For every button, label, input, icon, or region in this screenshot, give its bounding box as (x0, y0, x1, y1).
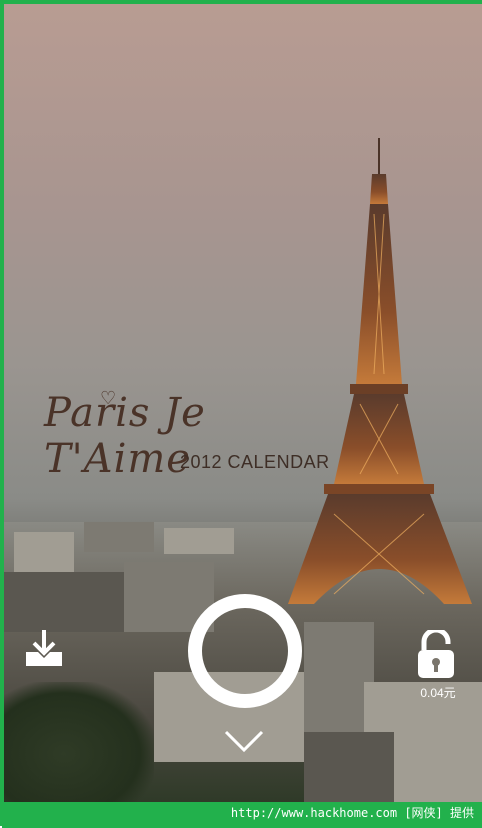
price-label: 0.04元 (420, 686, 456, 700)
unlocked-padlock-icon (418, 627, 454, 678)
wallpaper-subtitle: 2012 CALENDAR (180, 452, 330, 472)
screenshot-frame: ♡ Paris Je T'Aime 2012 CALENDAR 0.04元 ht… (0, 0, 482, 828)
eiffel-tower-image (288, 138, 472, 604)
lockscreen: ♡ Paris Je T'Aime 2012 CALENDAR 0.04元 (4, 4, 482, 802)
download-button[interactable] (22, 626, 66, 670)
chevron-down-icon[interactable] (222, 728, 266, 754)
unlock-ring-button[interactable] (188, 594, 302, 708)
watermark-bar: http://www.hackhome.com [网侠] 提供 (2, 802, 482, 828)
unlock-padlock-button[interactable] (416, 627, 456, 680)
download-icon (26, 630, 62, 666)
